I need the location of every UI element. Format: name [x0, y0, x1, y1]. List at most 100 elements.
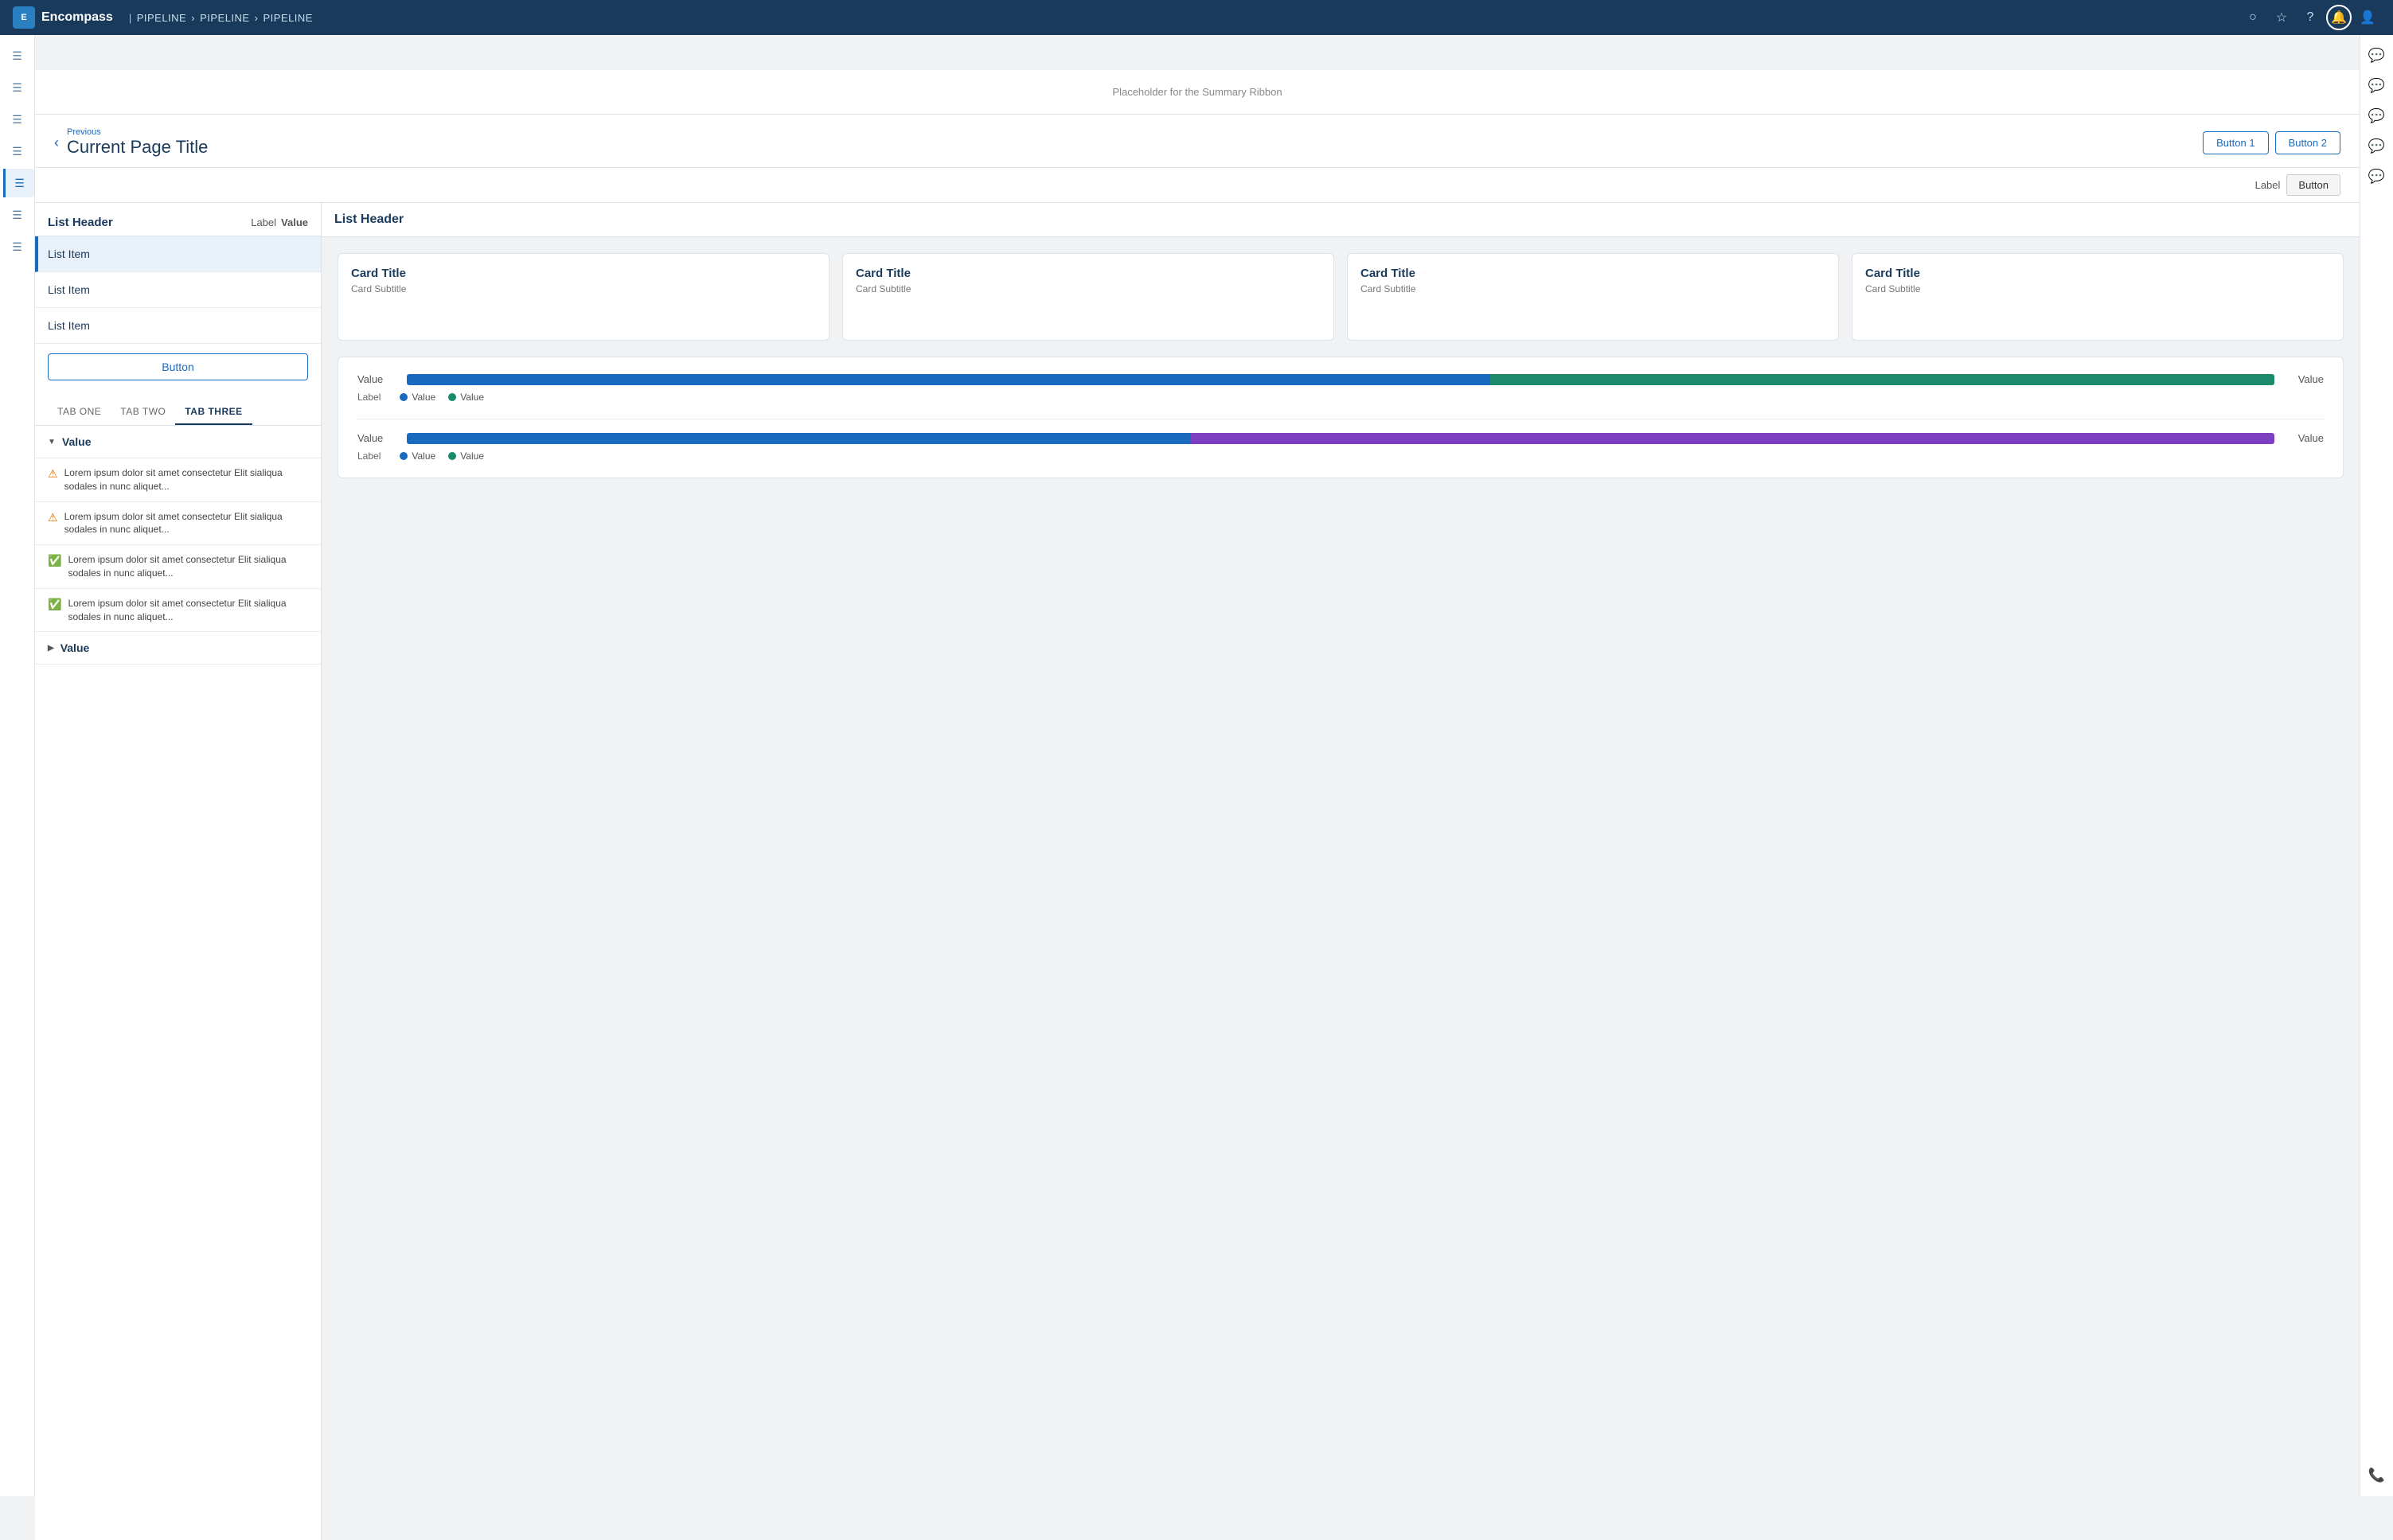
- sidebar-icon-3[interactable]: ☰: [3, 105, 32, 134]
- chart-panel: Value Value Label Value: [338, 357, 2344, 478]
- sidebar-icon-2[interactable]: ☰: [3, 73, 32, 102]
- chart-2-bar-blue: [407, 433, 1191, 444]
- legend-dot-teal-2: [448, 452, 456, 460]
- chart-2-value-right: Value: [2284, 432, 2324, 444]
- left-panel: List Header Label Value List Item List I…: [35, 203, 322, 1540]
- secondary-toolbar: Label Button: [35, 168, 2360, 203]
- accordion-label-1: Value: [62, 435, 92, 448]
- top-nav: E Encompass | PIPELINE › PIPELINE › PIPE…: [0, 0, 2393, 35]
- user-button[interactable]: 👤: [2355, 5, 2380, 30]
- sidebar-icon-1[interactable]: ☰: [3, 41, 32, 70]
- help-button[interactable]: ?: [2297, 5, 2323, 30]
- page-header-nav: Previous Current Page Title: [67, 127, 208, 158]
- back-arrow-icon[interactable]: ‹: [54, 135, 59, 151]
- header-button-1[interactable]: Button 1: [2203, 131, 2268, 154]
- tab-bar: TAB ONE TAB TWO TAB THREE: [35, 390, 321, 426]
- accordion-item-1: ⚠ Lorem ipsum dolor sit amet consectetur…: [35, 458, 321, 502]
- chart-2-legend-value-1: Value: [412, 450, 435, 462]
- chart-1-legend-label: Label: [357, 392, 381, 403]
- main-wrapper: Placeholder for the Summary Ribbon ‹ Pre…: [35, 35, 2360, 1540]
- right-panel-header: List Header: [322, 203, 2360, 237]
- sidebar-icon-4[interactable]: ☰: [3, 137, 32, 166]
- accordion-item-2: ⚠ Lorem ipsum dolor sit amet consectetur…: [35, 502, 321, 546]
- legend-dot-blue-2: [400, 452, 408, 460]
- legend-dot-teal-1: [448, 393, 456, 401]
- chart-1-value-left: Value: [357, 373, 397, 385]
- accordion-item-text-1: Lorem ipsum dolor sit amet consectetur E…: [64, 466, 308, 493]
- breadcrumb: | PIPELINE › PIPELINE › PIPELINE: [129, 12, 313, 24]
- content-area: List Header Label Value List Item List I…: [35, 203, 2360, 1540]
- chat-icon-1[interactable]: 💬: [2363, 41, 2391, 70]
- success-icon-1: ✅: [48, 554, 61, 567]
- right-sidebar: 💬 💬 💬 💬 💬 📞: [2360, 35, 2393, 1496]
- header-value: Value: [281, 216, 308, 228]
- accordion-item-4: ✅ Lorem ipsum dolor sit amet consectetur…: [35, 589, 321, 633]
- app-logo: E Encompass: [13, 6, 113, 29]
- chat-icon-3[interactable]: 💬: [2363, 102, 2391, 131]
- cards-row: Card Title Card Subtitle Card Title Card…: [338, 253, 2344, 341]
- chart-2-value-left: Value: [357, 432, 397, 444]
- toolbar-button[interactable]: Button: [2286, 174, 2340, 196]
- sidebar-icon-7[interactable]: ☰: [3, 232, 32, 261]
- search-button[interactable]: ○: [2240, 5, 2266, 30]
- page-header-buttons: Button 1 Button 2: [2203, 131, 2340, 154]
- summary-ribbon-text: Placeholder for the Summary Ribbon: [1112, 86, 1282, 98]
- page-title: Current Page Title: [67, 137, 208, 158]
- card-2[interactable]: Card Title Card Subtitle: [842, 253, 1334, 341]
- header-button-2[interactable]: Button 2: [2275, 131, 2340, 154]
- accordion-header-2[interactable]: ▶ Value: [35, 632, 321, 665]
- list-item-3[interactable]: List Item: [35, 308, 321, 344]
- left-panel-header-meta: Label Value: [251, 216, 308, 228]
- accordion-item-3: ✅ Lorem ipsum dolor sit amet consectetur…: [35, 545, 321, 589]
- warn-icon-2: ⚠: [48, 511, 58, 524]
- success-icon-2: ✅: [48, 598, 61, 611]
- card-3[interactable]: Card Title Card Subtitle: [1347, 253, 1839, 341]
- card-2-subtitle: Card Subtitle: [856, 283, 1321, 294]
- list-item-1[interactable]: List Item: [35, 236, 321, 272]
- tab-three[interactable]: TAB THREE: [175, 400, 252, 425]
- left-panel-list-header: List Header: [48, 216, 113, 229]
- chart-1-legend-item-2: Value: [448, 392, 484, 403]
- warn-icon-1: ⚠: [48, 467, 58, 481]
- tab-one[interactable]: TAB ONE: [48, 400, 111, 425]
- card-4-subtitle: Card Subtitle: [1865, 283, 2330, 294]
- card-2-title: Card Title: [856, 267, 1321, 280]
- chart-1-value-right: Value: [2284, 373, 2324, 385]
- favorites-button[interactable]: ☆: [2269, 5, 2294, 30]
- page-content: ‹ Previous Current Page Title Button 1 B…: [35, 115, 2360, 1540]
- chart-2-legend: Label Value Value: [357, 450, 2324, 462]
- logo-icon: E: [13, 6, 35, 29]
- chat-icon-2[interactable]: 💬: [2363, 72, 2391, 100]
- chat-icon-5[interactable]: 💬: [2363, 162, 2391, 191]
- card-1[interactable]: Card Title Card Subtitle: [338, 253, 830, 341]
- chat-icon-4[interactable]: 💬: [2363, 132, 2391, 161]
- chart-row-2: Value Value Label Value: [357, 432, 2324, 462]
- accordion-item-text-3: Lorem ipsum dolor sit amet consectetur E…: [68, 553, 308, 580]
- notifications-button[interactable]: 🔔: [2326, 5, 2352, 30]
- page-header: ‹ Previous Current Page Title Button 1 B…: [35, 115, 2360, 168]
- chart-row-1: Value Value Label Value: [357, 373, 2324, 403]
- accordion-header-1[interactable]: ▼ Value: [35, 426, 321, 458]
- accordion: ▼ Value ⚠ Lorem ipsum dolor sit amet con…: [35, 426, 321, 665]
- accordion-arrow-down: ▼: [48, 438, 56, 446]
- breadcrumb-item-3[interactable]: PIPELINE: [263, 12, 313, 24]
- page-header-left: ‹ Previous Current Page Title: [54, 127, 208, 158]
- phone-icon[interactable]: 📞: [2363, 1461, 2391, 1490]
- sidebar-icon-5-active[interactable]: ☰: [3, 169, 34, 197]
- card-4[interactable]: Card Title Card Subtitle: [1852, 253, 2344, 341]
- legend-dot-blue-1: [400, 393, 408, 401]
- left-panel-button[interactable]: Button: [48, 353, 308, 380]
- right-panel: List Header Card Title Card Subtitle Car…: [322, 203, 2360, 1540]
- breadcrumb-item-1[interactable]: PIPELINE: [137, 12, 187, 24]
- tab-two[interactable]: TAB TWO: [111, 400, 175, 425]
- header-label: Label: [251, 216, 276, 228]
- accordion-label-2: Value: [61, 641, 90, 654]
- breadcrumb-sep-2: ›: [255, 12, 259, 24]
- chart-1-bar-blue: [407, 374, 1490, 385]
- chart-1-legend-item-1: Value: [400, 392, 435, 403]
- chart-2-label-row: Value Value: [357, 432, 2324, 444]
- left-panel-button-wrap: Button: [35, 344, 321, 390]
- sidebar-icon-6[interactable]: ☰: [3, 201, 32, 229]
- breadcrumb-item-2[interactable]: PIPELINE: [200, 12, 250, 24]
- list-item-2[interactable]: List Item: [35, 272, 321, 308]
